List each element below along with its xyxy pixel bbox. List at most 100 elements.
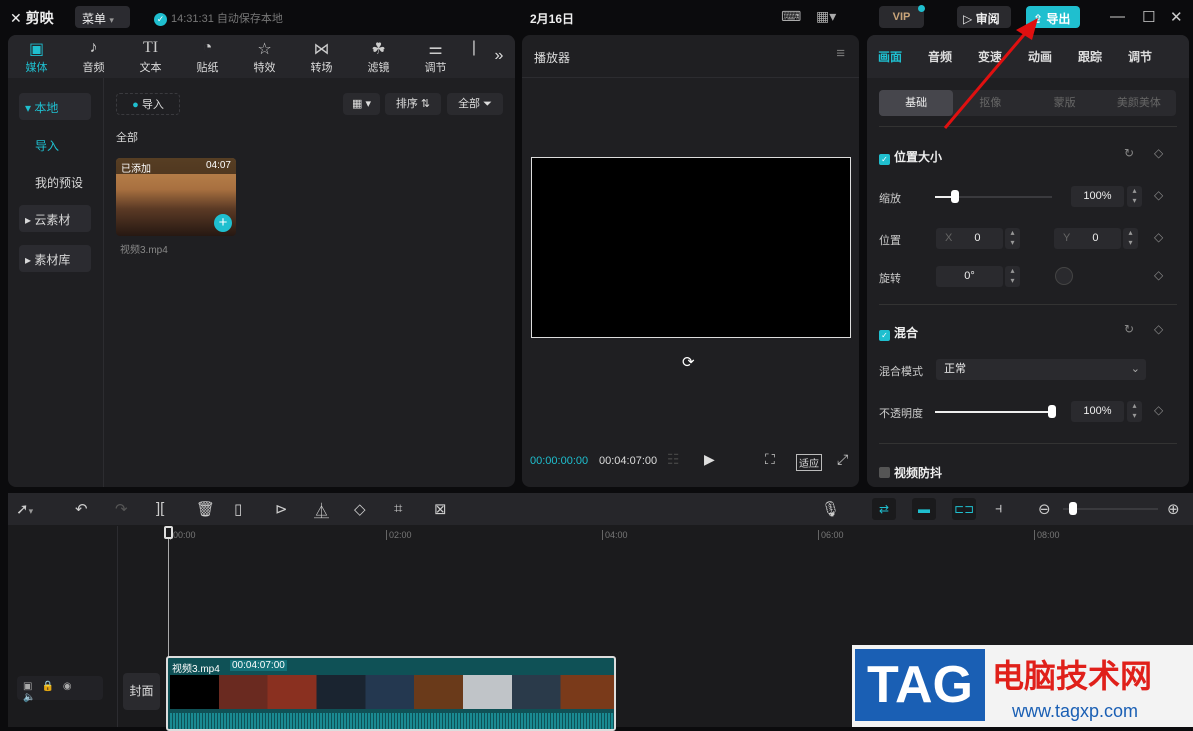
fullscreen-icon[interactable]: ⤢ (837, 451, 848, 468)
remove-bg-icon[interactable]: ⊠ (434, 500, 447, 518)
zoom-out-icon[interactable]: ⊖ (1038, 500, 1051, 518)
menu-button[interactable]: 菜单 ▾ (75, 6, 130, 28)
align-icon[interactable]: ⫞ (995, 500, 1003, 517)
opacity-slider[interactable] (935, 405, 1056, 418)
tab-tracking[interactable]: 跟踪 (1078, 48, 1102, 65)
fit-button[interactable]: 适应 (796, 454, 822, 471)
menu-icon[interactable]: ≡ (836, 45, 845, 62)
sidebar-item-local[interactable]: ▾ 本地 (19, 93, 91, 120)
eye-icon[interactable]: ◉ (63, 681, 81, 692)
cover-button[interactable]: 封面 (123, 673, 160, 710)
rotate-icon[interactable]: ◇ (354, 500, 366, 518)
track-cover-icon[interactable]: ▣ (23, 681, 41, 692)
tab-adjust[interactable]: 调节 (1128, 48, 1152, 65)
keyframe-icon[interactable]: ◇ (1154, 146, 1163, 160)
subtab-mask[interactable]: 蒙版 (1028, 90, 1102, 116)
tab-audio[interactable]: ♪ 音频 (65, 35, 122, 78)
microphone-icon[interactable]: 🎙 (821, 500, 840, 518)
tab-media[interactable]: ▣ 媒体 (8, 35, 65, 78)
add-to-timeline-icon[interactable]: + (214, 214, 232, 232)
tab-canvas[interactable]: 画面 (878, 48, 902, 65)
subtab-basic[interactable]: 基础 (879, 90, 954, 116)
media-item[interactable]: 已添加 04:07 + (116, 158, 236, 236)
layout-icon[interactable]: ▦▾ (816, 8, 836, 25)
subtab-chroma[interactable]: 抠像 (953, 90, 1027, 116)
rotate-input[interactable]: 0° (936, 266, 1003, 287)
keyframe-icon[interactable]: ◇ (1154, 188, 1163, 202)
preview-axis-icon[interactable]: ⊏⊐ (952, 498, 976, 520)
sidebar-item-presets[interactable]: 我的预设 (19, 168, 104, 195)
view-mode-button[interactable]: ▦ ▾ (343, 93, 380, 115)
blend-mode-select[interactable]: 正常 ⌄ (936, 359, 1146, 380)
import-button[interactable]: ● 导入 (116, 93, 180, 115)
rotate-dial[interactable] (1055, 267, 1073, 285)
tab-more-partial[interactable]: | (464, 35, 484, 78)
delete-icon[interactable]: 🗑 (196, 500, 215, 518)
lock-icon[interactable]: 🔒 (41, 681, 62, 692)
crop-icon[interactable]: ⌗ (394, 500, 402, 517)
tab-text[interactable]: TI 文本 (122, 35, 179, 78)
filter-button[interactable]: 全部 ⏷ (447, 93, 503, 115)
sort-button[interactable]: 排序 ⇅ (385, 93, 441, 115)
video-clip[interactable]: 视频3.mp4 00:04:07:00 (166, 656, 616, 731)
sidebar-item-cloud[interactable]: ▸ 云素材 (19, 205, 91, 232)
undo-icon[interactable]: ↶ (75, 500, 88, 518)
tab-transition[interactable]: ⋈ 转场 (293, 35, 350, 78)
more-tabs-icon[interactable]: » (484, 35, 514, 78)
reset-icon[interactable]: ↻ (1124, 322, 1134, 336)
slider-handle[interactable] (950, 190, 959, 203)
mirror-icon[interactable]: ⏅ (314, 500, 329, 521)
reset-icon[interactable]: ↻ (1124, 146, 1134, 160)
tab-filter[interactable]: ☘ 滤镜 (350, 35, 407, 78)
position-x-stepper[interactable]: ▴ ▾ (1005, 228, 1020, 249)
position-y-input[interactable]: Y0 (1054, 228, 1121, 249)
keyframe-icon[interactable]: ◇ (1154, 230, 1163, 244)
stabilize-header[interactable]: 视频防抖 (879, 464, 942, 481)
scale-stepper[interactable]: ▴ ▾ (1127, 186, 1142, 207)
blend-header[interactable]: ✓ 混合 (879, 324, 918, 341)
subtab-beauty[interactable]: 美颜美体 (1102, 90, 1176, 116)
sidebar-item-import[interactable]: 导入 (19, 131, 91, 158)
volume-icon[interactable]: 🔈 (23, 692, 44, 703)
sidebar-item-library[interactable]: ▸ 素材库 (19, 245, 91, 272)
select-tool-icon[interactable]: ➚▾ (16, 500, 33, 518)
waveform-icon[interactable]: ☷ (667, 451, 680, 468)
scale-input[interactable]: 100% (1071, 186, 1124, 207)
timeline-zoom-slider[interactable] (1063, 502, 1158, 515)
slider-handle[interactable] (1069, 502, 1077, 515)
review-button[interactable]: ▷ 审阅 (957, 6, 1011, 28)
position-x-input[interactable]: X0 (936, 228, 1003, 249)
reverse-icon[interactable]: ⊳ (275, 500, 288, 518)
keyboard-shortcuts-icon[interactable]: ⌨ (781, 8, 801, 25)
zoom-preview-icon[interactable]: ⛶ (765, 451, 775, 468)
opacity-stepper[interactable]: ▴ ▾ (1127, 401, 1142, 422)
freeze-frame-icon[interactable]: ▯ (234, 500, 242, 518)
opacity-input[interactable]: 100% (1071, 401, 1124, 422)
keyframe-icon[interactable]: ◇ (1154, 268, 1163, 282)
video-preview[interactable] (531, 157, 851, 338)
keyframe-icon[interactable]: ◇ (1154, 322, 1163, 336)
export-button[interactable]: ⇪ 导出 (1026, 6, 1080, 28)
rotate-canvas-icon[interactable]: ⟳ (682, 353, 695, 371)
tab-effects[interactable]: ☆ 特效 (236, 35, 293, 78)
auto-snap-icon[interactable]: ⇄ (872, 498, 896, 520)
position-y-stepper[interactable]: ▴ ▾ (1123, 228, 1138, 249)
position-size-header[interactable]: ✓ 位置大小 (879, 148, 942, 165)
slider-handle[interactable] (1048, 405, 1056, 418)
scale-slider[interactable] (935, 190, 1052, 203)
tab-audio[interactable]: 音频 (928, 48, 952, 65)
tab-adjust[interactable]: ⚌ 调节 (407, 35, 464, 78)
linkage-icon[interactable]: ▬ (912, 498, 936, 520)
rotate-stepper[interactable]: ▴ ▾ (1005, 266, 1020, 287)
tab-sticker[interactable]: ◔ 贴纸 (179, 35, 236, 78)
tab-speed[interactable]: 变速 (978, 48, 1002, 65)
maximize-button[interactable]: ☐ (1142, 8, 1155, 26)
tab-animation[interactable]: 动画 (1028, 48, 1052, 65)
close-button[interactable]: ✕ (1170, 8, 1183, 26)
split-icon[interactable]: ][ (156, 500, 164, 517)
play-button[interactable]: ▶ (704, 451, 715, 468)
playhead-handle[interactable] (164, 526, 173, 539)
keyframe-icon[interactable]: ◇ (1154, 403, 1163, 417)
minimize-button[interactable]: — (1110, 8, 1125, 25)
redo-icon[interactable]: ↷ (115, 500, 128, 518)
